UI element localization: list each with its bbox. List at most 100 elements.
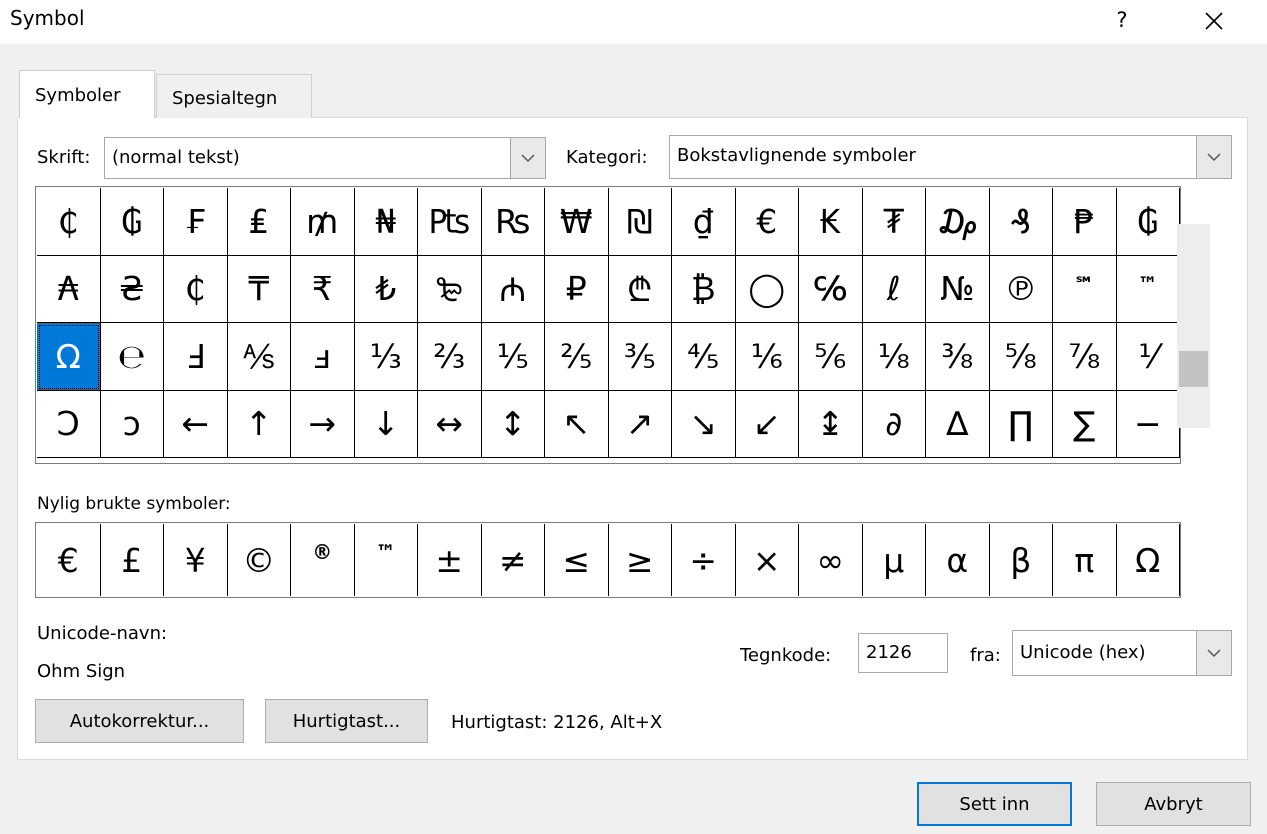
symbol-cell[interactable]: ₻ — [418, 255, 482, 323]
symbol-cell[interactable]: ₲ — [1116, 188, 1180, 256]
symbol-cell[interactable]: ™ — [1116, 255, 1180, 323]
symbol-cell[interactable]: ₭ — [799, 188, 863, 256]
recent-symbol-cell[interactable]: µ — [863, 524, 926, 596]
recent-symbols[interactable]: € £ ¥ © ® ™ ± ≠ ≤ ≥ ÷ × ∞ µ α β π Ω — [35, 522, 1181, 598]
symbol-cell[interactable]: ⅗ — [608, 323, 672, 391]
symbol-cell[interactable]: ↑ — [227, 390, 291, 458]
symbol-cell[interactable]: ⅞ — [1053, 323, 1117, 391]
symbol-cell[interactable]: ₦ — [354, 188, 418, 256]
symbol-cell[interactable]: ↘ — [672, 390, 736, 458]
symbol-cell[interactable]: ₹ — [291, 255, 355, 323]
symbol-cell[interactable]: ₧ — [418, 188, 482, 256]
symbol-cell[interactable]: ℓ — [862, 255, 926, 323]
symbol-cell[interactable]: ↕ — [481, 390, 545, 458]
recent-symbol-cell[interactable]: € — [37, 524, 101, 596]
scrollbar-thumb[interactable] — [1179, 351, 1208, 387]
tab-symbols[interactable]: Symboler — [19, 70, 155, 118]
symbol-cell[interactable]: ↨ — [799, 390, 863, 458]
recent-symbol-cell[interactable]: Ω — [1117, 524, 1180, 596]
symbol-cell[interactable]: ⅖ — [545, 323, 609, 391]
symbol-cell[interactable]: ↙ — [735, 390, 799, 458]
symbol-cell[interactable]: ℠ — [1053, 255, 1117, 323]
symbol-cell[interactable]: ⅝ — [989, 323, 1053, 391]
cancel-button[interactable]: Avbryt — [1096, 782, 1251, 826]
symbol-cell[interactable]: ↄ — [100, 390, 164, 458]
symbol-cell[interactable]: ℅ — [799, 255, 863, 323]
symbol-cell[interactable]: ℗ — [989, 255, 1053, 323]
recent-symbol-cell[interactable]: π — [1053, 524, 1117, 596]
shortcut-key-button[interactable]: Hurtigtast... — [265, 699, 428, 743]
symbol-cell[interactable]: ₩ — [545, 188, 609, 256]
symbol-cell[interactable]: ₮ — [862, 188, 926, 256]
symbol-cell[interactable]: ⅎ — [291, 323, 355, 391]
recent-symbol-cell[interactable]: ∞ — [799, 524, 863, 596]
insert-button[interactable]: Sett inn — [917, 782, 1072, 826]
symbol-cell[interactable]: ∏ — [989, 390, 1053, 458]
symbol-cell[interactable]: ⅙ — [735, 323, 799, 391]
char-code-input[interactable]: 2126 — [858, 633, 948, 673]
symbol-cell[interactable]: ∆ — [926, 390, 990, 458]
from-select[interactable]: Unicode (hex) — [1012, 630, 1232, 676]
symbol-cell[interactable]: ↗ — [608, 390, 672, 458]
symbol-cell[interactable]: ⅍ — [227, 323, 291, 391]
recent-symbol-cell[interactable]: ≠ — [482, 524, 545, 596]
symbol-cell[interactable]: ₺ — [354, 255, 418, 323]
symbol-cell[interactable]: ₳ — [37, 255, 101, 323]
symbol-cell[interactable]: ₴ — [100, 255, 164, 323]
symbol-cell[interactable]: ₱ — [1053, 188, 1117, 256]
symbol-cell[interactable]: ₿ — [672, 255, 736, 323]
symbol-cell[interactable]: Ⅎ — [164, 323, 228, 391]
recent-symbol-cell[interactable]: ≤ — [545, 524, 609, 596]
symbol-cell[interactable]: ↖ — [545, 390, 609, 458]
recent-symbol-cell[interactable]: ± — [418, 524, 482, 596]
symbol-cell[interactable]: ⅟ — [1116, 323, 1180, 391]
symbol-cell[interactable]: ₤ — [227, 188, 291, 256]
symbol-cell[interactable]: № — [926, 255, 990, 323]
symbol-cell[interactable]: ∑ — [1053, 390, 1117, 458]
symbol-cell[interactable]: ↔ — [418, 390, 482, 458]
help-button[interactable]: ? — [1104, 2, 1140, 38]
recent-symbol-cell[interactable]: ÷ — [672, 524, 736, 596]
autocorrect-button[interactable]: Autokorrektur... — [35, 699, 244, 743]
symbol-cell[interactable]: ₨ — [481, 188, 545, 256]
symbol-cell[interactable]: ₯ — [926, 188, 990, 256]
symbol-cell[interactable]: ₰ — [989, 188, 1053, 256]
recent-symbol-cell[interactable]: ® — [291, 524, 355, 596]
tab-special-characters[interactable]: Spesialtegn — [156, 74, 312, 118]
symbol-cell[interactable]: ₲ — [100, 188, 164, 256]
recent-symbol-cell[interactable]: α — [926, 524, 990, 596]
symbol-cell[interactable]: ₾ — [608, 255, 672, 323]
symbol-cell[interactable]: ⅘ — [672, 323, 736, 391]
category-select[interactable]: Bokstavlignende symboler — [669, 135, 1232, 179]
symbol-cell[interactable]: → — [291, 390, 355, 458]
symbol-cell[interactable]: ⅛ — [862, 323, 926, 391]
symbol-cell[interactable]: € — [735, 188, 799, 256]
symbol-cell[interactable]: ₣ — [164, 188, 228, 256]
symbol-cell[interactable]: − — [1116, 390, 1180, 458]
symbol-cell[interactable]: ⅔ — [418, 323, 482, 391]
font-select[interactable]: (normal tekst) — [104, 137, 546, 179]
symbol-cell[interactable]: Ω — [37, 323, 101, 391]
symbol-cell[interactable]: ↓ — [354, 390, 418, 458]
symbol-grid-scrollbar[interactable] — [1177, 224, 1210, 428]
symbol-cell[interactable]: ₽ — [545, 255, 609, 323]
symbol-cell[interactable]: ℮ — [100, 323, 164, 391]
symbol-cell[interactable]: ₥ — [291, 188, 355, 256]
recent-symbol-cell[interactable]: β — [990, 524, 1053, 596]
recent-symbol-cell[interactable]: © — [228, 524, 291, 596]
symbol-cell[interactable]: ₪ — [608, 188, 672, 256]
symbol-cell[interactable]: ₼ — [481, 255, 545, 323]
symbol-cell[interactable]: ₸ — [227, 255, 291, 323]
symbol-cell[interactable]: ⅚ — [799, 323, 863, 391]
recent-symbol-cell[interactable]: × — [736, 524, 799, 596]
symbol-cell[interactable]: Ↄ — [37, 390, 101, 458]
recent-symbol-cell[interactable]: ¥ — [164, 524, 228, 596]
symbol-cell[interactable]: ← — [164, 390, 228, 458]
recent-symbol-cell[interactable]: ≥ — [609, 524, 672, 596]
symbol-grid[interactable]: ₵ ₲ ₣ ₤ ₥ ₦ ₧ ₨ ₩ ₪ ₫ € ₭ ₮ ₯ ₰ ₱ ₲ ₳ ₴ ₵ ₸ ₹ ₺ ₻ ₼ ₽ ₾ ₿ ◯ ℅ ℓ № ℗ ℠ ™ Ω ℮ Ⅎ ⅍… — [35, 186, 1181, 464]
symbol-cell[interactable]: ⅜ — [926, 323, 990, 391]
symbol-cell[interactable]: ₵ — [37, 188, 101, 256]
symbol-cell[interactable]: ⅕ — [481, 323, 545, 391]
symbol-cell[interactable]: ⅓ — [354, 323, 418, 391]
symbol-cell[interactable]: ₵ — [164, 255, 228, 323]
